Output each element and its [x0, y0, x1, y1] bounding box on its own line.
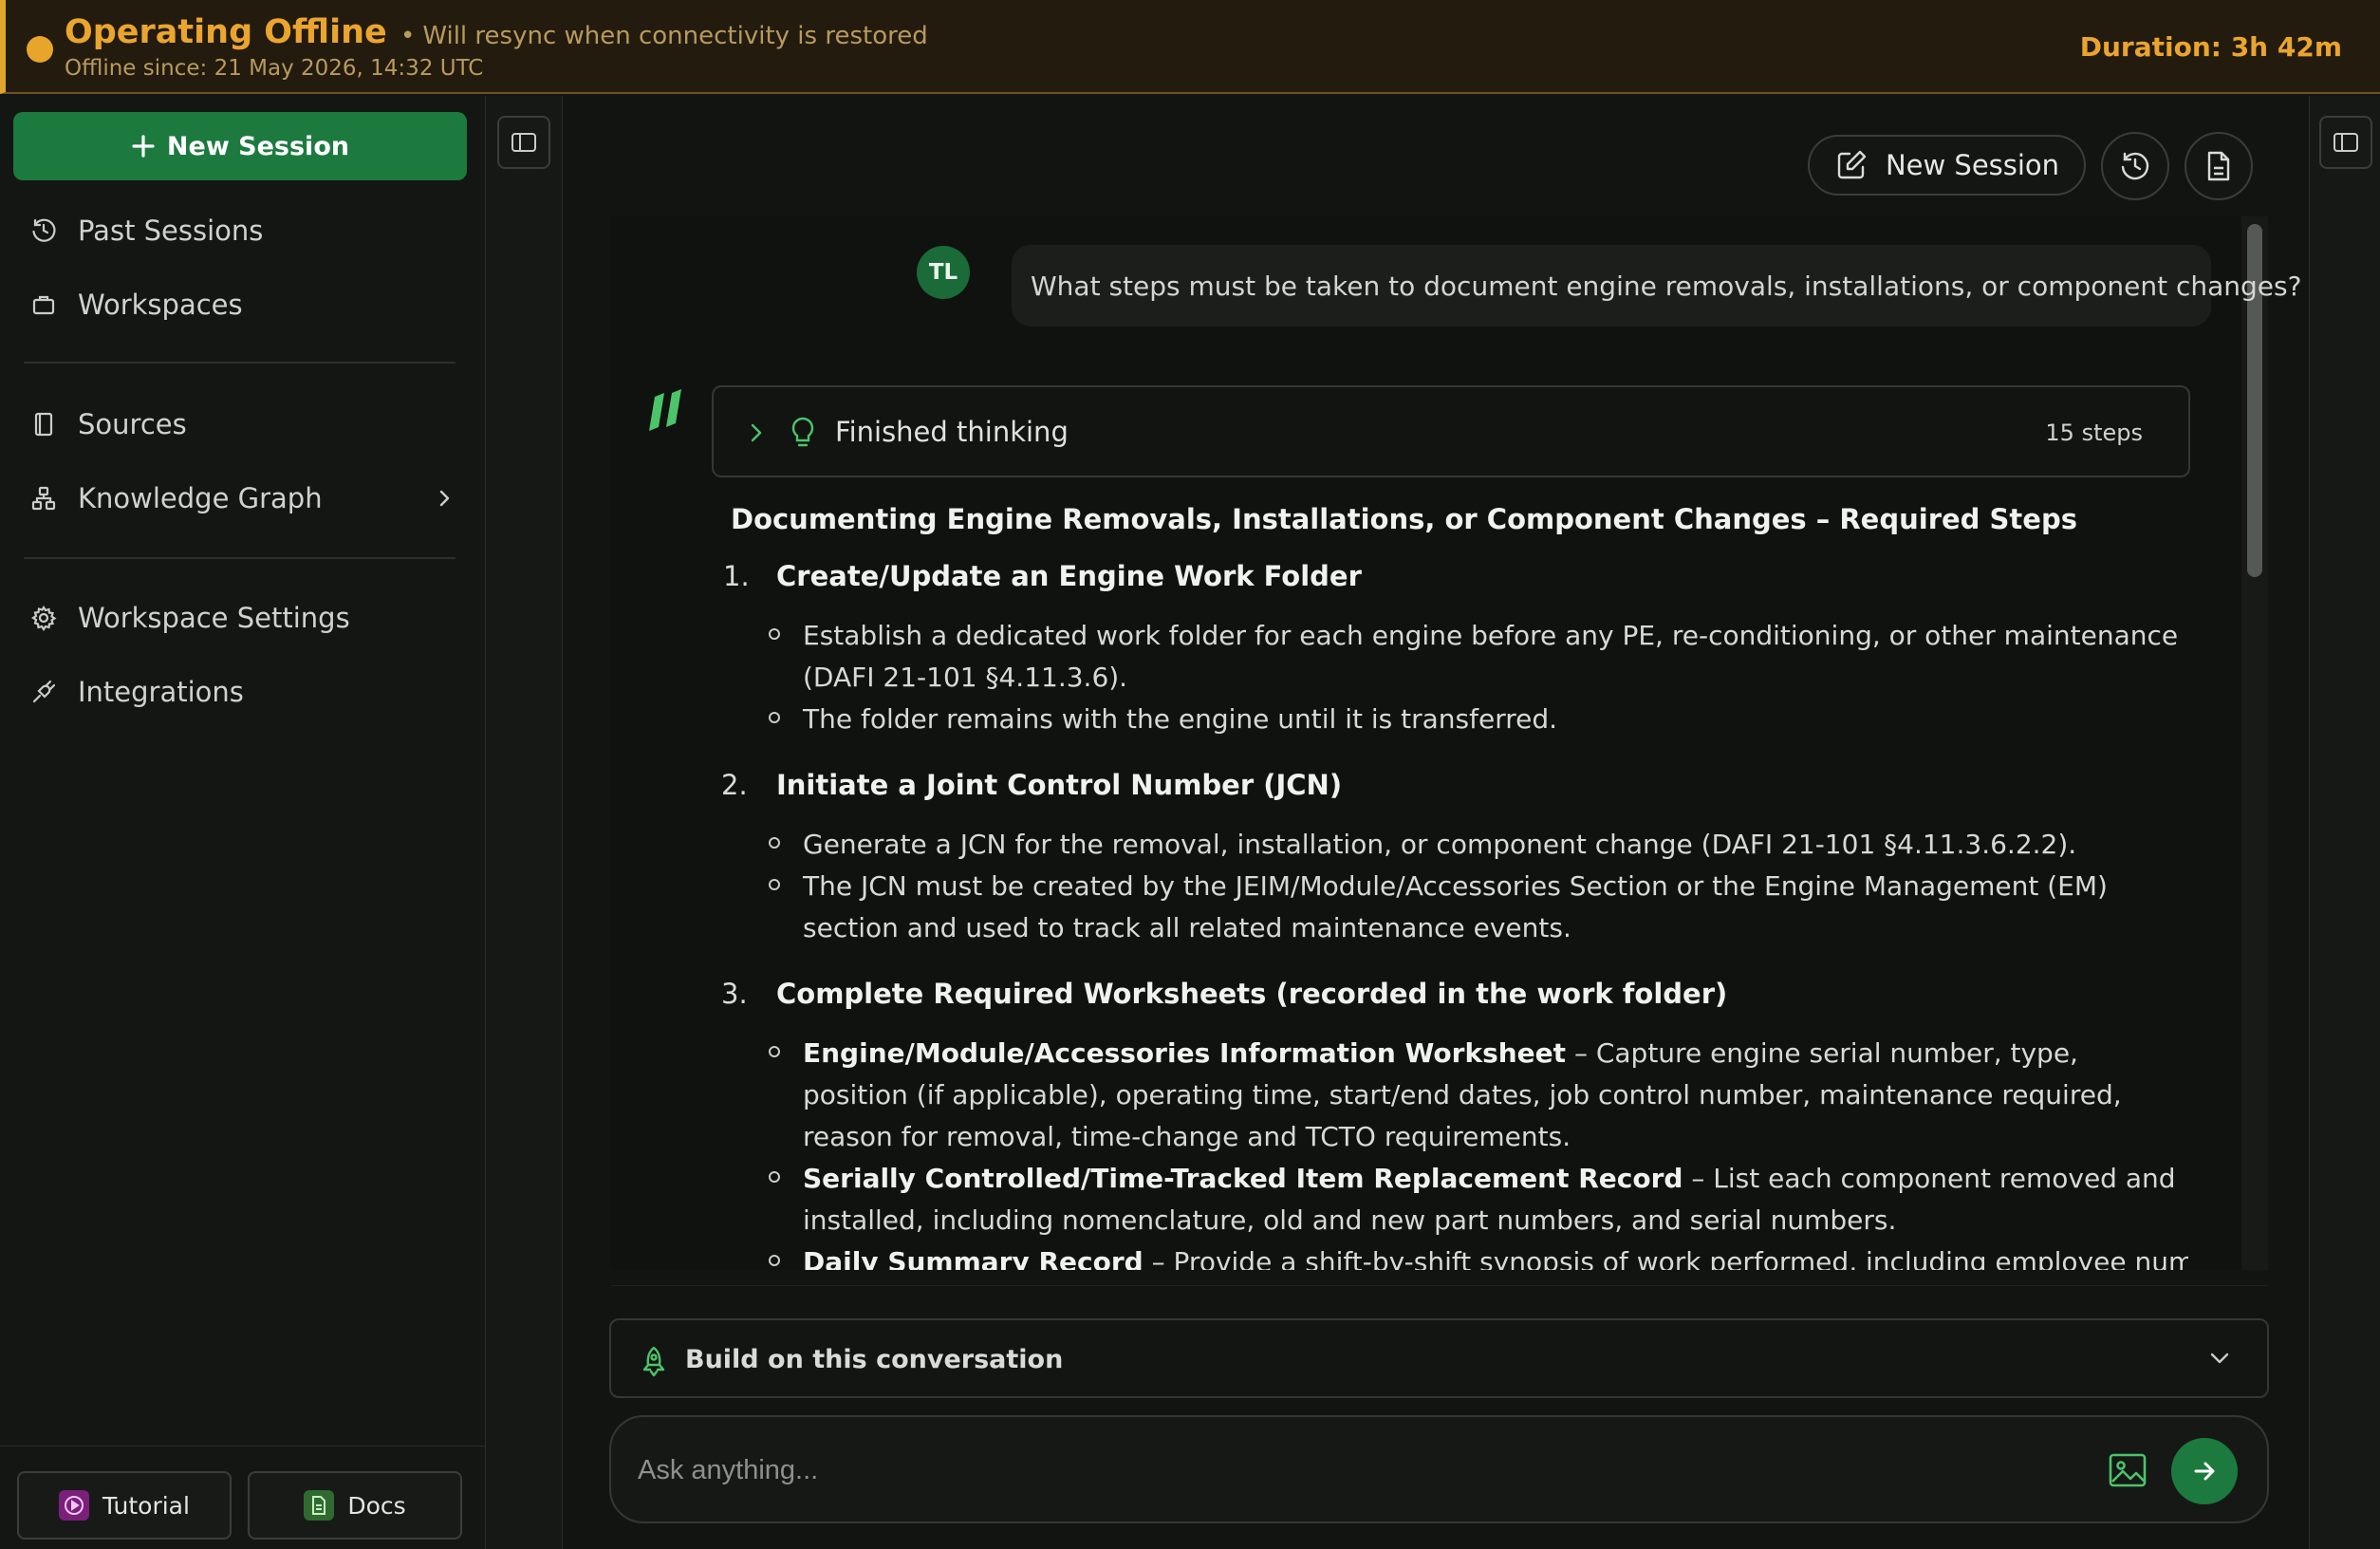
sidebar-item-label: Knowledge Graph: [78, 482, 323, 514]
send-button[interactable]: [2171, 1438, 2238, 1504]
plus-icon: [131, 134, 156, 159]
sidebar-new-session-button[interactable]: New Session: [13, 112, 467, 180]
list-item: Engine/Module/Accessories Information Wo…: [803, 1037, 2122, 1152]
collapsed-panel-column: [486, 96, 563, 1549]
chevron-right-icon: [435, 484, 456, 513]
bullet-marker: [769, 837, 780, 849]
build-on-conversation-label: Build on this conversation: [685, 1345, 1064, 1374]
history-icon: [2119, 150, 2151, 182]
graph-icon: [28, 483, 59, 513]
bullet-marker: [769, 628, 780, 640]
user-avatar: TL: [917, 246, 970, 299]
sidebar-item-label: Sources: [78, 408, 187, 440]
header-new-session-label: New Session: [1885, 149, 2060, 181]
docs-label: Docs: [347, 1491, 406, 1520]
sidebar-item-label: Integrations: [78, 676, 244, 708]
chevron-down-icon: [2208, 1349, 2231, 1368]
section-title: Initiate a Joint Control Number (JCN): [776, 769, 1343, 801]
documents-button[interactable]: [2185, 132, 2253, 200]
list-item: Daily Summary Record – Provide a shift-b…: [803, 1246, 2188, 1270]
arrow-right-icon: [2190, 1457, 2219, 1485]
user-message: What steps must be taken to document eng…: [1012, 245, 2301, 327]
offline-duration: Duration: 3h 42m: [2079, 31, 2342, 63]
thinking-steps-count: 15 steps: [2045, 420, 2143, 446]
transcript-bottom-divider: [611, 1285, 2268, 1286]
list-item: Generate a JCN for the removal, installa…: [803, 829, 2077, 860]
sidebar-item-workspaces[interactable]: Workspaces: [28, 278, 456, 331]
right-panel-rail: [2309, 96, 2380, 1549]
image-upload-icon[interactable]: [2107, 1449, 2148, 1491]
sidebar-toggle-icon: [2333, 131, 2359, 154]
list-item: The JCN must be created by the JEIM/Modu…: [803, 870, 2108, 943]
sidebar-item-sources[interactable]: Sources: [28, 398, 456, 451]
sidebar-divider: [24, 362, 456, 364]
offline-banner: Operating Offline • Will resync when conn…: [0, 0, 2380, 94]
history-icon: [28, 215, 59, 246]
sidebar-divider: [24, 557, 456, 559]
history-button[interactable]: [2101, 132, 2169, 200]
bullet-marker: [769, 712, 780, 723]
toggle-left-panel-button[interactable]: [497, 116, 550, 169]
bullet-marker: [769, 1255, 780, 1266]
section-number: 1.: [723, 560, 750, 592]
assistant-logo-icon: [645, 385, 687, 435]
sidebar-toggle-icon: [511, 131, 537, 154]
section-title: Create/Update an Engine Work Folder: [776, 560, 1362, 592]
resync-note: • Will resync when connectivity is restor…: [400, 22, 928, 50]
docs-button[interactable]: Docs: [248, 1471, 462, 1540]
resync-note-text: Will resync when connectivity is restore…: [422, 22, 928, 50]
ask-input[interactable]: [638, 1446, 2014, 1495]
section-title: Complete Required Worksheets (recorded i…: [776, 978, 1728, 1010]
toggle-right-panel-button[interactable]: [2319, 116, 2372, 169]
briefcase-icon: [28, 289, 59, 320]
offline-status-dot: [27, 36, 53, 63]
sidebar: New Session Past Sessions Workspaces Sou…: [0, 96, 486, 1549]
sidebar-item-integrations[interactable]: Integrations: [28, 665, 456, 719]
lightbulb-icon: [790, 416, 816, 450]
composer: [609, 1415, 2269, 1523]
bullet-marker: [769, 1171, 780, 1183]
bullet-marker: [769, 879, 780, 890]
book-icon: [28, 409, 59, 439]
rocket-icon: [640, 1345, 668, 1377]
answer-title: Documenting Engine Removals, Installatio…: [731, 503, 2077, 535]
list-item: The folder remains with the engine until…: [803, 703, 1558, 735]
edit-icon: [1834, 148, 1869, 182]
section-number: 2.: [721, 769, 748, 801]
new-session-label: New Session: [166, 131, 350, 161]
sidebar-item-label: Past Sessions: [78, 215, 264, 247]
play-icon: [59, 1490, 90, 1521]
sidebar-item-label: Workspaces: [78, 289, 243, 321]
bullet-marker: [769, 1046, 780, 1057]
build-on-conversation-bar[interactable]: Build on this conversation: [609, 1318, 2269, 1398]
sidebar-item-knowledge-graph[interactable]: Knowledge Graph: [28, 472, 456, 525]
tutorial-button[interactable]: Tutorial: [17, 1471, 232, 1540]
document-icon: [2204, 150, 2233, 182]
thinking-label: Finished thinking: [835, 416, 1069, 448]
sidebar-item-label: Workspace Settings: [78, 602, 350, 634]
offline-title: Operating Offline: [65, 13, 387, 51]
chevron-right-icon: [748, 421, 765, 444]
list-item: Establish a dedicated work folder for ea…: [803, 620, 2179, 693]
thinking-summary[interactable]: Finished thinking 15 steps: [712, 385, 2190, 477]
sidebar-item-workspace-settings[interactable]: Workspace Settings: [28, 591, 456, 644]
tutorial-label: Tutorial: [102, 1491, 190, 1520]
header-new-session-button[interactable]: New Session: [1808, 135, 2086, 196]
list-item: Serially Controlled/Time-Tracked Item Re…: [803, 1163, 2176, 1236]
section-number: 3.: [721, 978, 748, 1010]
offline-since: Offline since: 21 May 2026, 14:32 UTC: [65, 56, 484, 81]
banner-separator: •: [400, 22, 416, 50]
gear-icon: [28, 603, 59, 633]
document-icon: [304, 1490, 335, 1521]
sidebar-item-past-sessions[interactable]: Past Sessions: [28, 204, 456, 257]
plug-icon: [28, 677, 59, 707]
